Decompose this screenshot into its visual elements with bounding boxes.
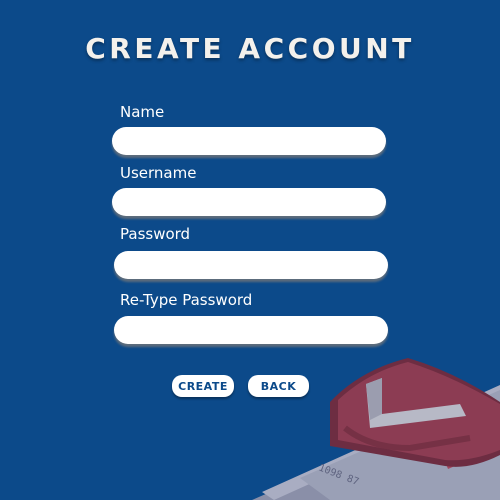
password-input[interactable] — [114, 251, 388, 279]
credit-card-icon: 1098 87 — [252, 385, 500, 500]
card-number-text: 1098 87 — [317, 463, 360, 488]
name-label: Name — [120, 103, 165, 121]
retype-password-input[interactable] — [114, 316, 388, 344]
create-button[interactable]: CREATE — [172, 375, 234, 397]
retype-password-label: Re-Type Password — [120, 291, 253, 309]
password-label: Password — [120, 225, 191, 243]
security-illustration: 1098 87 — [252, 358, 500, 500]
page-title: CREATE ACCOUNT — [85, 32, 415, 65]
username-input[interactable] — [112, 188, 386, 216]
back-button[interactable]: BACK — [248, 375, 309, 397]
name-input[interactable] — [112, 127, 386, 155]
shield-icon — [330, 358, 500, 467]
username-label: Username — [120, 164, 197, 182]
